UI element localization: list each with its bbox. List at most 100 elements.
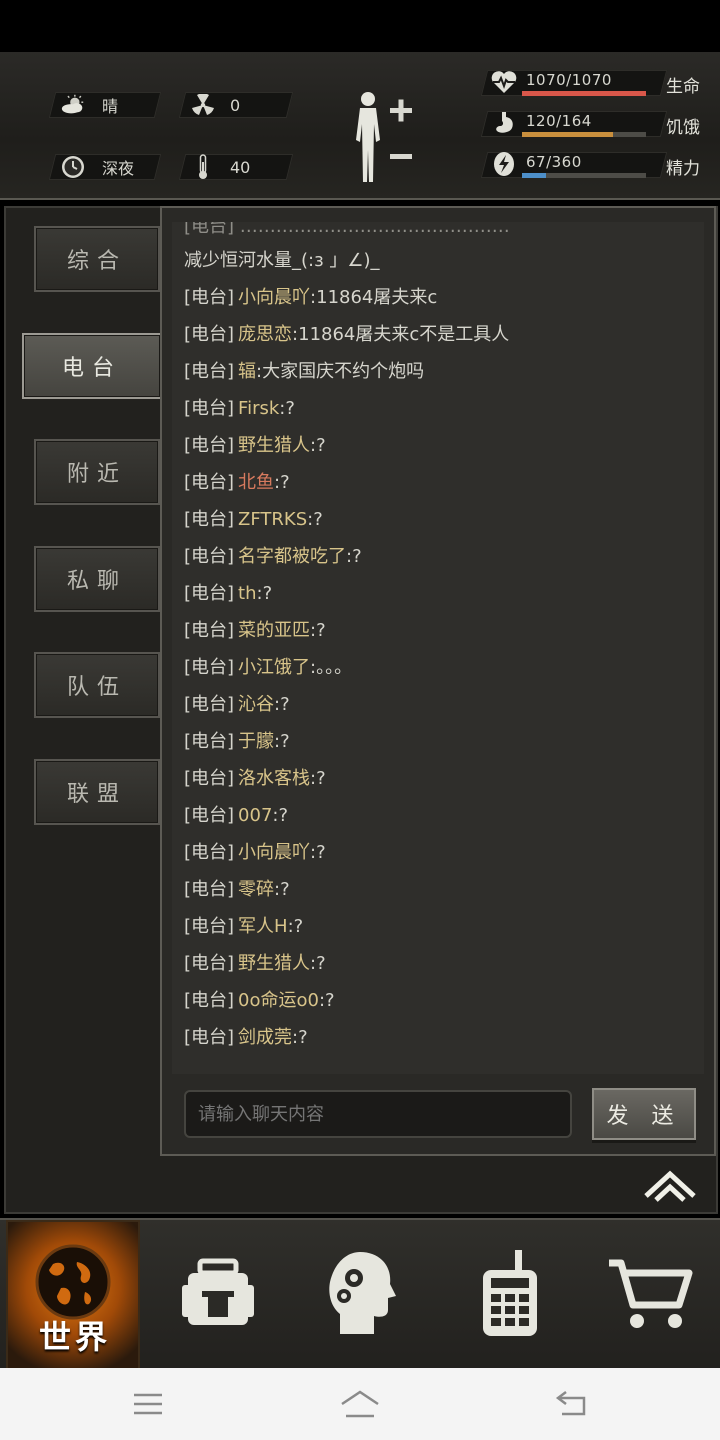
message-username[interactable]: 小向晨吖	[238, 287, 310, 308]
tab-team[interactable]: 队伍	[34, 652, 160, 718]
chat-message: [电台] ZFTRKS:?	[184, 505, 323, 531]
message-username[interactable]: 野生猎人	[238, 435, 310, 456]
chat-message: [电台] 小江饿了:。。。	[184, 653, 352, 679]
message-username[interactable]: th	[238, 583, 256, 604]
chat-message: [电台] 0o命运o0:?	[184, 986, 335, 1012]
message-username[interactable]: 军人H	[238, 916, 288, 937]
message-username[interactable]: 北鱼	[238, 472, 274, 493]
message-username[interactable]: 名字都被吃了	[238, 546, 346, 567]
message-username[interactable]: ZFTRKS	[238, 509, 307, 530]
message-text: :?	[292, 1027, 308, 1048]
message-username[interactable]: 007	[238, 805, 272, 826]
chat-message: [电台] 北鱼:?	[184, 468, 290, 494]
message-text: :?	[310, 768, 326, 789]
chat-message: [电台] 于朦:?	[184, 727, 290, 753]
thermometer-icon	[190, 154, 216, 180]
send-button[interactable]: 发 送	[592, 1088, 696, 1140]
message-username[interactable]: 沁谷	[238, 694, 274, 715]
message-text: :?	[310, 953, 326, 974]
message-username[interactable]: 剑成莞	[238, 1027, 292, 1048]
partial-message: 减少恒河水量_(:з 」∠)_	[184, 250, 380, 271]
message-text: :?	[346, 546, 362, 567]
chat-message: [电台] 007:?	[184, 801, 288, 827]
message-channel: [电台]	[184, 472, 235, 493]
message-username[interactable]: 庞思恋	[238, 324, 292, 345]
message-text: :?	[307, 509, 323, 530]
status-bar	[0, 0, 720, 52]
chat-input[interactable]	[184, 1090, 572, 1138]
chat-log[interactable]: [电台] ……………………………………… 减少恒河水量_(:з 」∠)_ [电台…	[172, 222, 704, 1074]
stomach-icon	[490, 109, 518, 137]
message-username[interactable]: 零碎	[238, 879, 274, 900]
nav-radio-button[interactable]	[440, 1220, 580, 1370]
menu-icon[interactable]	[128, 1386, 168, 1422]
message-username[interactable]: 洛水客栈	[238, 768, 310, 789]
home-icon[interactable]	[338, 1386, 379, 1422]
message-channel: [电台]	[184, 953, 235, 974]
message-username[interactable]: 于朦	[238, 731, 274, 752]
weather-sun-cloud-icon	[60, 92, 86, 118]
hunger-label: 饥饿	[666, 118, 700, 138]
system-nav-bar	[0, 1368, 720, 1440]
nav-world-button[interactable]: 世界	[6, 1220, 140, 1370]
health-value: 1070/1070	[526, 71, 612, 89]
message-channel: [电台]	[184, 805, 235, 826]
bottom-nav: 世界	[0, 1218, 720, 1370]
hunger-value: 120/164	[526, 112, 592, 130]
chat-message: [电台] 零碎:?	[184, 875, 290, 901]
collapse-chevron-icon[interactable]	[640, 1166, 700, 1206]
partial-message-top: [电台] ………………………………………	[184, 222, 510, 237]
message-channel: [电台]	[184, 694, 235, 715]
minus-icon	[390, 154, 412, 159]
message-text: :大家国庆不约个炮吗	[256, 361, 425, 382]
message-channel: [电台]	[184, 361, 235, 382]
nav-shop-button[interactable]	[580, 1220, 720, 1370]
energy-icon	[490, 150, 518, 178]
tab-alliance[interactable]: 联盟	[34, 759, 160, 825]
message-text: :11864屠夫来c不是工具人	[292, 324, 510, 345]
backpack-icon	[178, 1253, 258, 1337]
message-channel: [电台]	[184, 842, 235, 863]
chat-message: [电台] 洛水客栈:?	[184, 764, 326, 790]
nav-skills-button[interactable]	[292, 1220, 432, 1370]
message-channel: [电台]	[184, 768, 235, 789]
message-text: :?	[256, 583, 273, 604]
message-username[interactable]: 野生猎人	[238, 953, 310, 974]
radiation-value: 0	[230, 95, 241, 115]
energy-bar	[522, 173, 546, 178]
tab-radio[interactable]: 电台	[22, 333, 162, 399]
message-username[interactable]: 小江饿了	[238, 657, 310, 678]
chat-message: [电台] 庞思恋:11864屠夫来c不是工具人	[184, 320, 509, 346]
hunger-bar	[522, 132, 613, 137]
nav-world-label: 世界	[38, 1318, 111, 1356]
message-username[interactable]: 菜的亚匹	[238, 620, 310, 641]
chat-message: [电台] 沁谷:?	[184, 690, 290, 716]
message-channel: [电台]	[184, 731, 235, 752]
tab-general[interactable]: 综合	[34, 226, 160, 292]
message-text: :?	[274, 694, 290, 715]
nav-backpack-button[interactable]	[148, 1220, 288, 1370]
message-text: :11864屠夫来c	[310, 287, 438, 308]
weather-text: 晴	[102, 97, 119, 116]
top-hud: 晴 0 深夜 40 1070/1070 生命 120/164 饥饿 67/360…	[0, 52, 720, 200]
character-body-button[interactable]	[346, 90, 418, 186]
chat-message: [电台] Firsk:?	[184, 394, 295, 420]
chat-message: [电台] 野生猎人:?	[184, 431, 326, 457]
message-text: :?	[310, 620, 326, 641]
message-channel: [电台]	[184, 435, 235, 456]
message-text: :?	[274, 879, 290, 900]
message-username[interactable]: 小向晨吖	[238, 842, 310, 863]
chat-message: [电台] 辐:大家国庆不约个炮吗	[184, 357, 424, 383]
energy-value: 67/360	[526, 153, 582, 171]
back-icon[interactable]	[552, 1386, 592, 1422]
message-channel: [电台]	[184, 546, 235, 567]
tab-nearby[interactable]: 附近	[34, 439, 160, 505]
message-channel: [电台]	[184, 990, 235, 1011]
message-username[interactable]: 0o命运o0	[238, 990, 319, 1011]
energy-label: 精力	[666, 159, 700, 179]
message-username[interactable]: 辐	[238, 361, 256, 382]
message-channel: [电台]	[184, 509, 235, 530]
tab-private[interactable]: 私聊	[34, 546, 160, 612]
message-text: :?	[318, 990, 335, 1011]
message-username[interactable]: Firsk	[238, 398, 279, 419]
